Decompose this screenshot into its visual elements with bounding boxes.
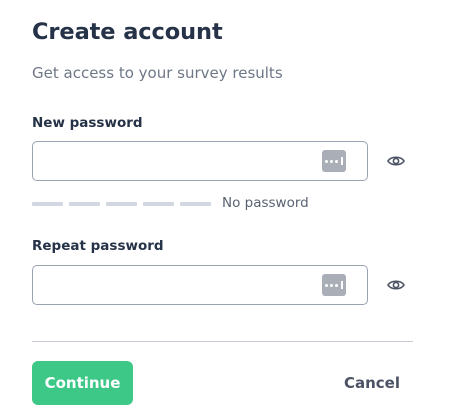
page-title: Create account (32, 19, 223, 45)
repeat-password-label: Repeat password (32, 238, 164, 254)
new-password-label: New password (32, 115, 143, 131)
strength-segment (180, 202, 211, 206)
strength-segment (143, 202, 174, 206)
new-password-field (32, 141, 368, 181)
password-manager-icon[interactable] (322, 150, 346, 172)
eye-icon[interactable] (386, 151, 406, 171)
divider (32, 341, 413, 342)
new-password-input[interactable] (33, 142, 313, 180)
repeat-password-input[interactable] (33, 266, 313, 304)
password-strength-label: No password (222, 195, 309, 211)
password-strength-meter (32, 201, 211, 207)
cancel-button[interactable]: Cancel (336, 372, 408, 394)
continue-button[interactable]: Continue (32, 361, 133, 405)
strength-segment (69, 202, 100, 206)
strength-segment (32, 202, 63, 206)
password-manager-icon[interactable] (322, 274, 346, 296)
page-subtitle: Get access to your survey results (32, 64, 283, 82)
strength-segment (106, 202, 137, 206)
repeat-password-field (32, 265, 368, 305)
create-account-form: Create account Get access to your survey… (0, 0, 455, 413)
eye-icon[interactable] (386, 275, 406, 295)
